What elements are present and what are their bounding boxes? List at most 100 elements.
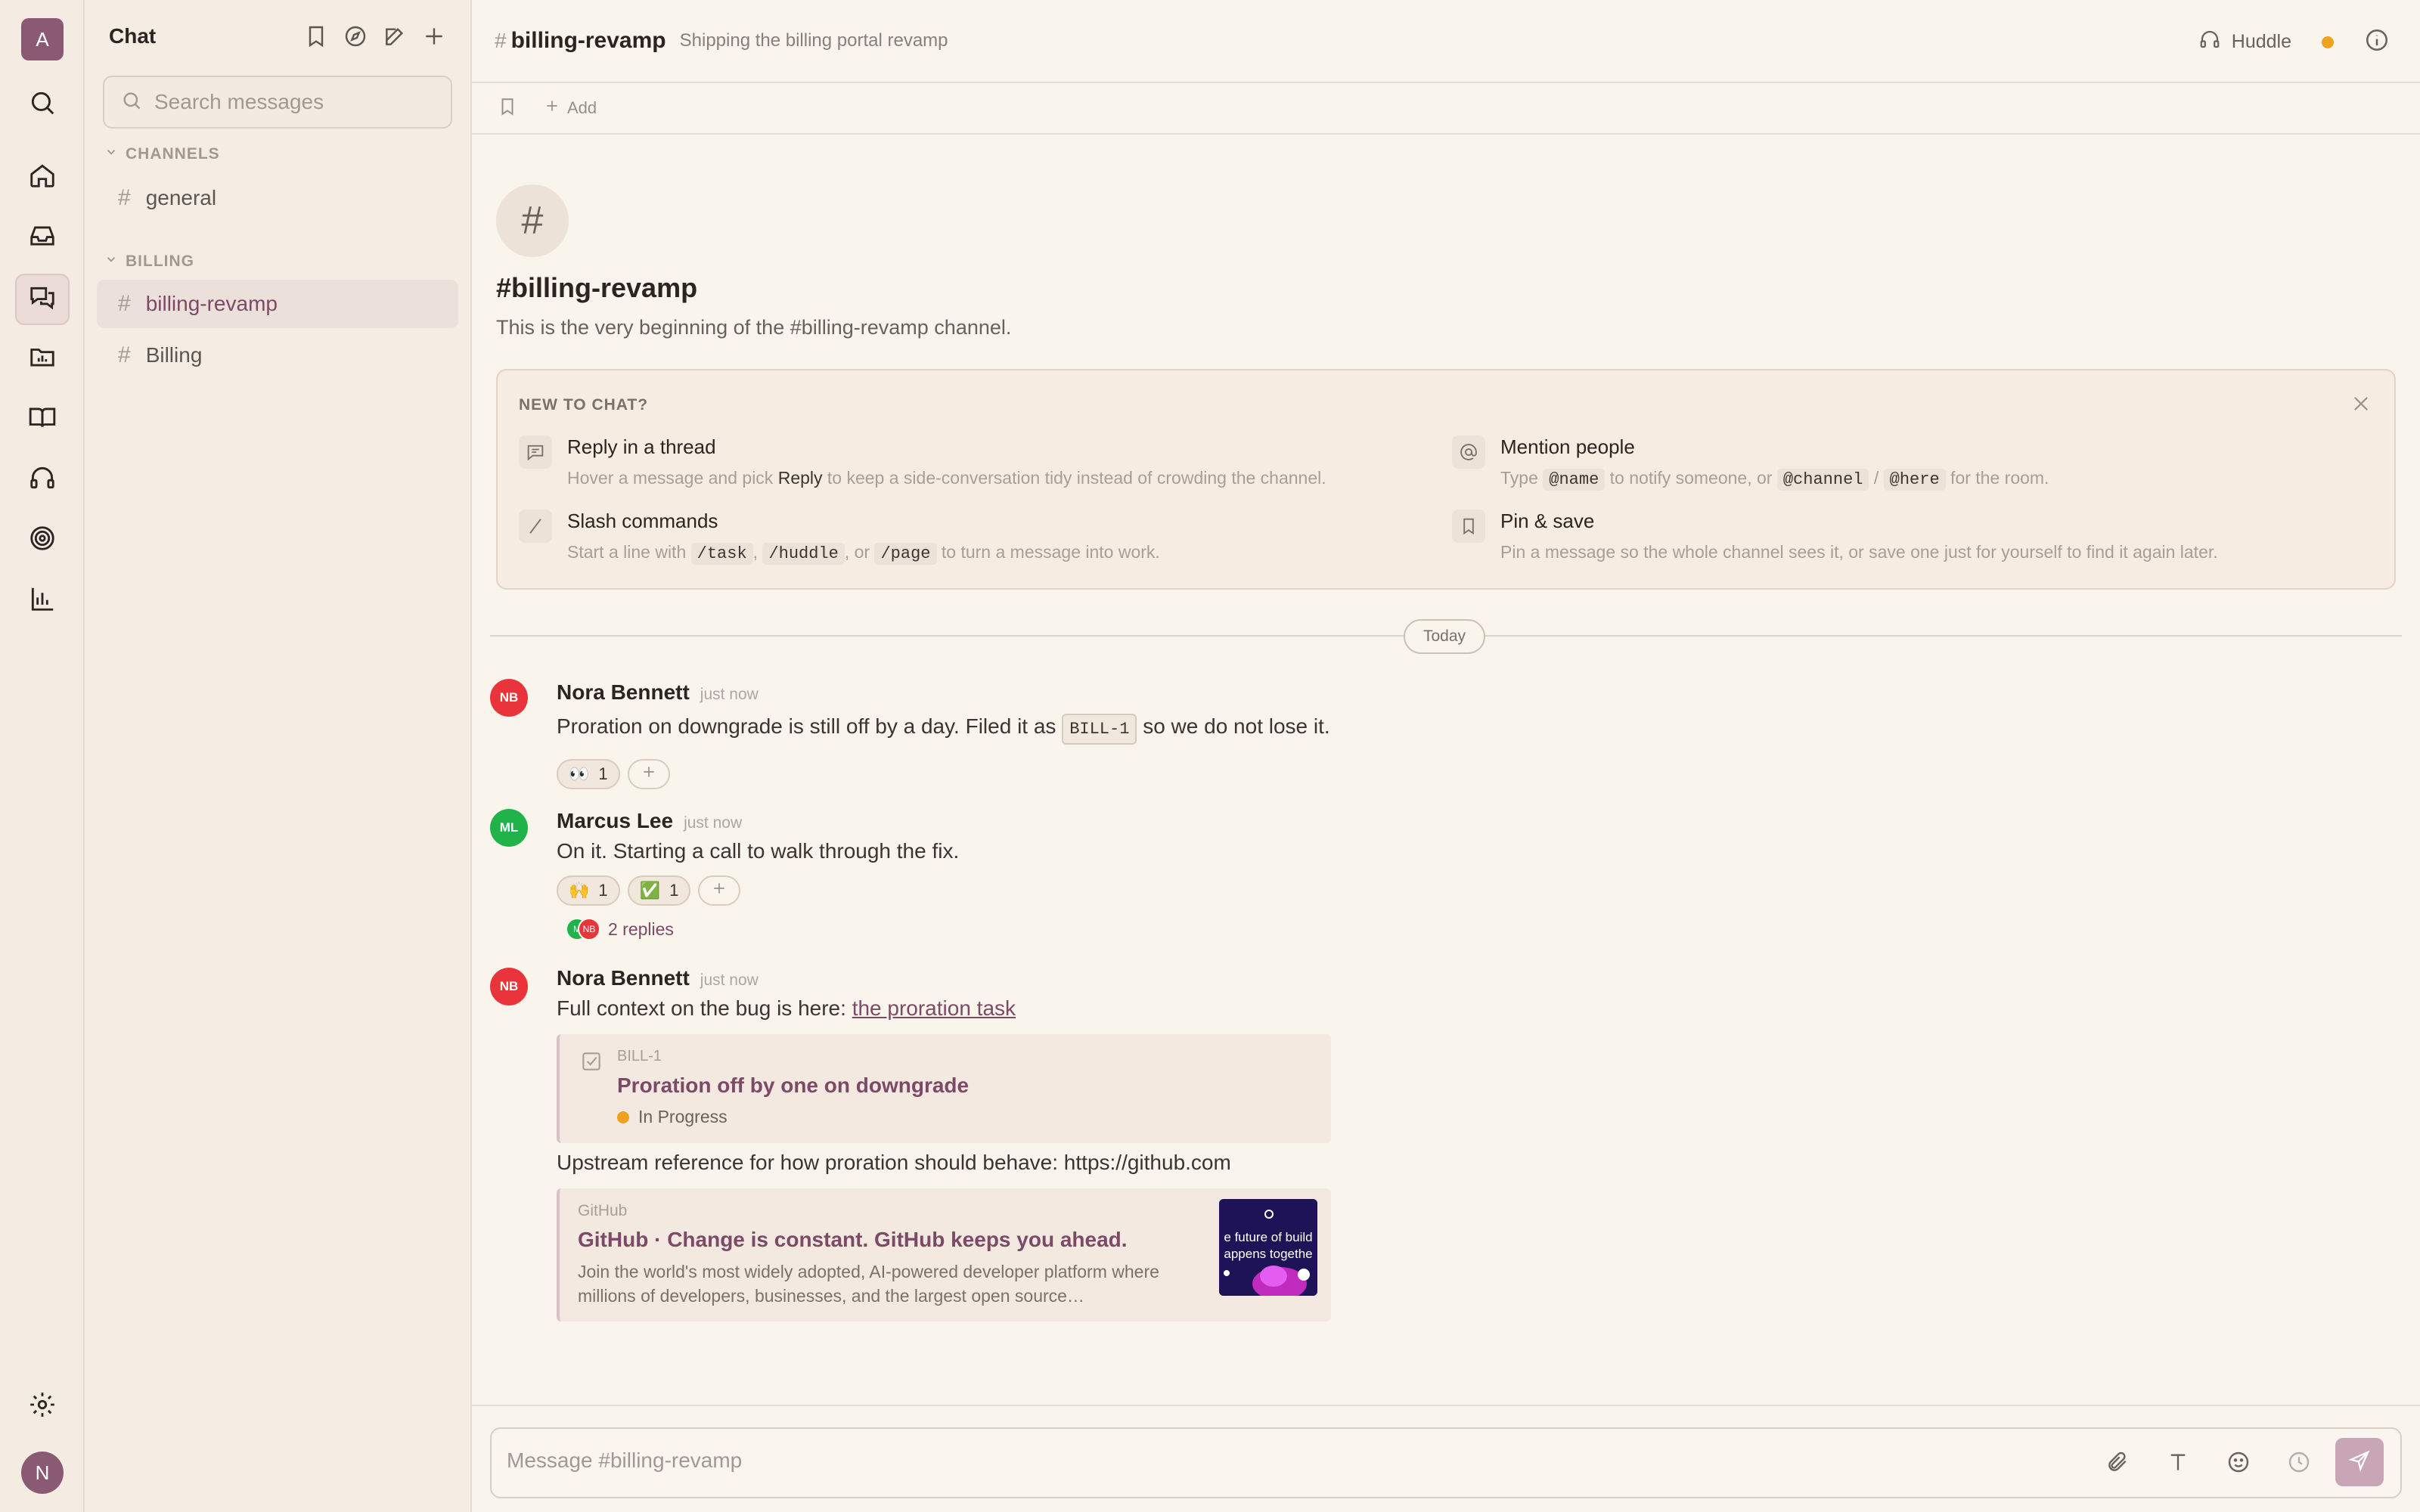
section-header-billing[interactable]: BILLING xyxy=(104,253,194,271)
rail-settings-button[interactable] xyxy=(15,1380,70,1432)
sidebar-item-general[interactable]: # general xyxy=(97,174,458,222)
tips-heading: NEW TO CHAT? xyxy=(519,396,649,414)
thread-replies-link[interactable]: M NB 2 replies xyxy=(566,918,674,940)
message-author[interactable]: Marcus Lee just now xyxy=(557,809,742,833)
rail-docs-button[interactable] xyxy=(15,393,70,445)
task-title[interactable]: Proration off by one on downgrade xyxy=(617,1074,969,1098)
task-link[interactable]: the proration task xyxy=(852,996,1016,1020)
workspace-badge[interactable]: A xyxy=(21,18,64,60)
tip-reply-thread: Reply in a thread Hover a message and pi… xyxy=(519,435,1326,489)
task-checkbox-icon xyxy=(579,1049,603,1074)
channel-label: billing-revamp xyxy=(145,292,278,315)
avatar[interactable]: NB xyxy=(490,968,528,1005)
tip-title: Reply in a thread xyxy=(567,435,716,458)
huddle-label: Huddle xyxy=(2231,31,2291,52)
tip-title: Slash commands xyxy=(567,510,718,532)
channel-topic: Shipping the billing portal revamp xyxy=(679,30,948,51)
channel-header: # billing-revamp Shipping the billing po… xyxy=(472,0,2420,83)
reactions: 👀 1 xyxy=(557,759,670,789)
sidebar-item-billing-revamp[interactable]: # billing-revamp xyxy=(97,280,458,328)
message-input[interactable] xyxy=(507,1448,2019,1473)
rail-reports-button[interactable] xyxy=(15,333,70,384)
thread-replies-label: 2 replies xyxy=(608,919,674,939)
tip-mention-people: Mention people Type @name to notify some… xyxy=(1452,435,2049,491)
message-text: Upstream reference for how proration sho… xyxy=(557,1151,1231,1174)
rail-analytics-button[interactable] xyxy=(15,575,70,626)
emoji-icon[interactable] xyxy=(2225,1448,2252,1476)
rail-chat-button[interactable] xyxy=(15,274,70,325)
search-messages-box[interactable] xyxy=(103,76,452,129)
task-ref-chip[interactable]: BILL-1 xyxy=(1062,714,1137,745)
intro-title: #billing-revamp xyxy=(496,272,698,303)
hash-icon: # xyxy=(118,185,131,210)
app-rail: A N xyxy=(0,0,85,1512)
compose-icon[interactable] xyxy=(381,23,408,50)
add-bookmark-button[interactable]: Add xyxy=(544,98,597,118)
info-icon[interactable] xyxy=(2364,27,2390,57)
thumb-line-1: e future of build xyxy=(1224,1230,1312,1244)
rail-goals-button[interactable] xyxy=(15,514,70,565)
plus-icon[interactable] xyxy=(420,23,448,50)
search-icon xyxy=(28,88,57,121)
reaction-check[interactable]: ✅ 1 xyxy=(627,875,691,906)
reaction-count: 1 xyxy=(598,881,608,900)
close-icon[interactable] xyxy=(2350,393,2372,414)
task-status: In Progress xyxy=(617,1107,728,1127)
raised-hands-emoji: 🙌 xyxy=(569,881,590,900)
new-to-chat-tips: NEW TO CHAT? Reply in a thread Hover a m… xyxy=(496,369,2396,590)
message-time: just now xyxy=(700,971,759,989)
compass-icon[interactable] xyxy=(342,23,369,50)
search-input[interactable] xyxy=(154,90,442,114)
clock-icon[interactable] xyxy=(2285,1448,2313,1476)
rail-huddles-button[interactable] xyxy=(15,454,70,505)
tip-title: Mention people xyxy=(1500,435,1635,458)
rail-inbox-button[interactable] xyxy=(15,212,70,263)
huddle-button[interactable]: Huddle xyxy=(2198,28,2291,56)
headphones-icon xyxy=(28,463,57,496)
message-time: just now xyxy=(684,814,743,832)
tip-description: Pin a message so the whole channel sees … xyxy=(1500,542,2218,562)
channel-label: general xyxy=(145,186,217,209)
send-button[interactable] xyxy=(2335,1438,2384,1486)
add-reaction-button[interactable] xyxy=(698,875,741,906)
home-icon xyxy=(28,161,57,194)
bookmark-icon[interactable] xyxy=(498,97,517,120)
message-time: just now xyxy=(700,686,759,703)
task-card[interactable]: BILL-1 Proration off by one on downgrade… xyxy=(557,1034,1331,1143)
bar-chart-icon xyxy=(28,584,57,617)
sidebar-actions xyxy=(302,23,448,50)
user-avatar[interactable]: N xyxy=(21,1452,64,1494)
reaction-raised-hands[interactable]: 🙌 1 xyxy=(557,875,620,906)
message-author[interactable]: Nora Bennett just now xyxy=(557,966,759,990)
link-preview-title[interactable]: GitHub · Change is constant. GitHub keep… xyxy=(578,1228,1128,1252)
avatar[interactable]: ML xyxy=(490,809,528,847)
reaction-count: 1 xyxy=(598,764,608,783)
status-dot xyxy=(617,1111,629,1123)
avatar[interactable]: NB xyxy=(490,679,528,717)
paperclip-icon[interactable] xyxy=(2104,1448,2131,1476)
rail-search-button[interactable] xyxy=(15,79,70,130)
section-header-channels[interactable]: CHANNELS xyxy=(104,145,220,163)
reaction-eyes[interactable]: 👀 1 xyxy=(557,759,620,789)
message-text: Proration on downgrade is still off by a… xyxy=(557,714,1330,745)
tip-description: Hover a message and pick Reply to keep a… xyxy=(567,468,1326,488)
hash-icon: # xyxy=(495,29,507,52)
message-author[interactable]: Nora Bennett just now xyxy=(557,680,759,705)
rail-home-button[interactable] xyxy=(15,151,70,203)
link-preview-card[interactable]: GitHub GitHub · Change is constant. GitH… xyxy=(557,1188,1331,1321)
composer-box[interactable] xyxy=(490,1427,2402,1498)
check-mark-emoji: ✅ xyxy=(639,881,661,900)
bookmark-icon[interactable] xyxy=(302,23,330,50)
message-text: On it. Starting a call to walk through t… xyxy=(557,839,960,863)
thread-icon xyxy=(519,435,552,469)
add-reaction-button[interactable] xyxy=(627,759,670,789)
channel-title[interactable]: billing-revamp xyxy=(511,28,666,54)
tip-title: Pin & save xyxy=(1500,510,1595,532)
search-icon xyxy=(121,90,142,115)
bookmark-icon xyxy=(1452,510,1485,543)
hash-icon: # xyxy=(118,291,131,316)
task-key: BILL-1 xyxy=(617,1048,662,1064)
text-format-icon[interactable] xyxy=(2164,1448,2192,1476)
sidebar-item-billing[interactable]: # Billing xyxy=(97,331,458,380)
slash-icon xyxy=(519,510,552,543)
